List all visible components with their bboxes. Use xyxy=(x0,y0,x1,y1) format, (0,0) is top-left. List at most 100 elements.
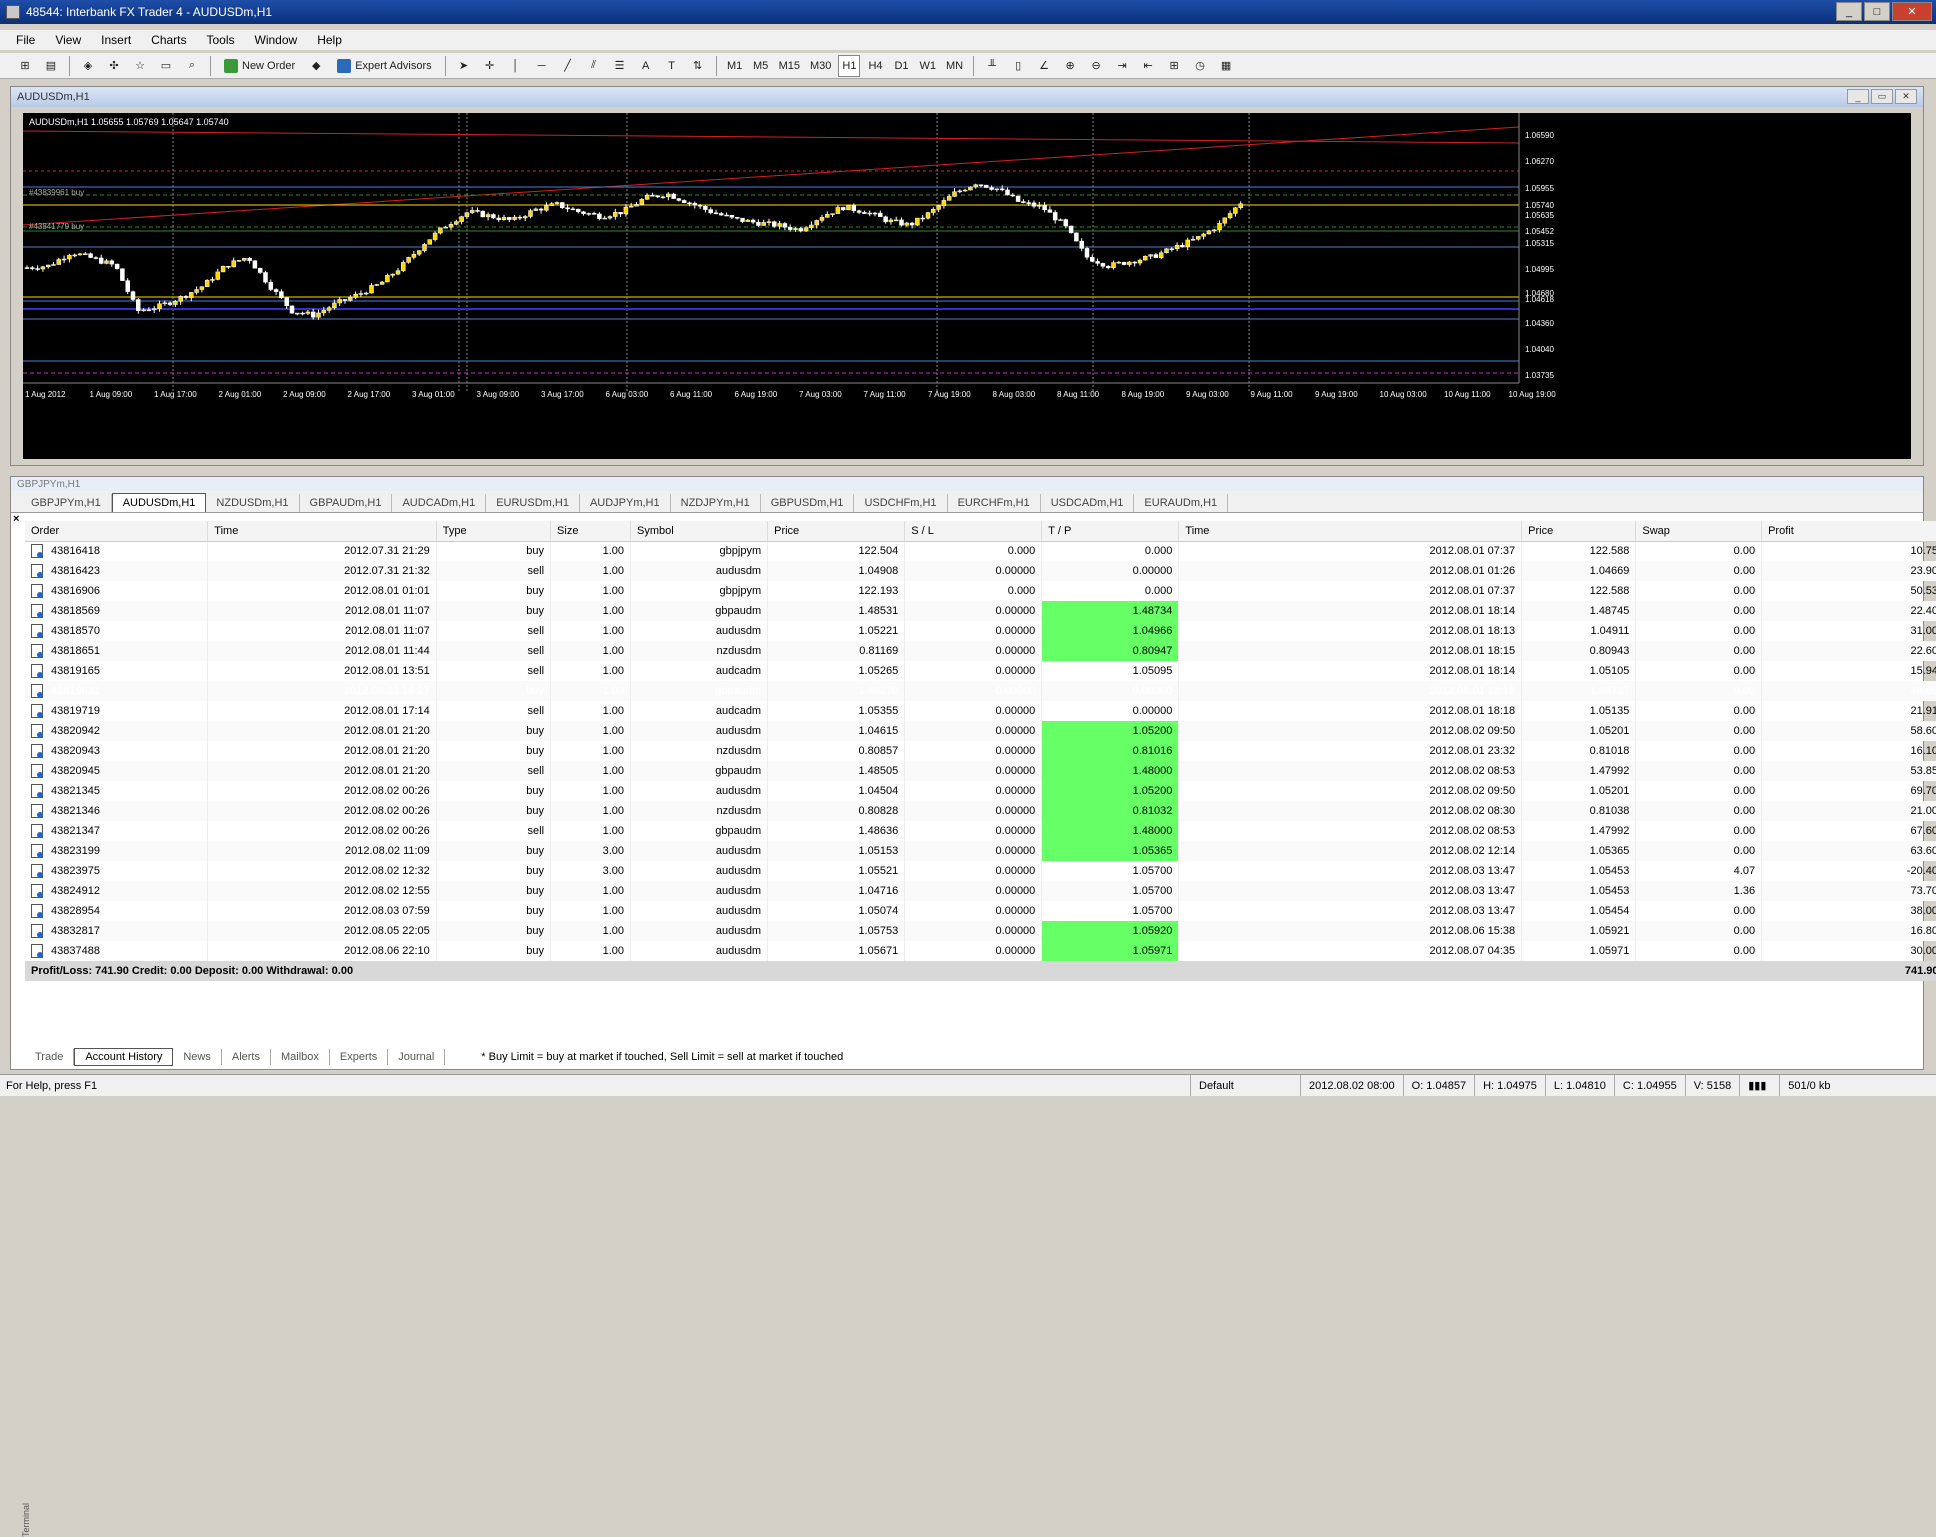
minimize-button[interactable]: _ xyxy=(1836,2,1862,21)
table-row[interactable]: 43819165 2012.08.01 13:51 sell 1.00 audcadm 1… xyxy=(25,661,1936,681)
column-header[interactable]: Size xyxy=(550,521,632,542)
table-row[interactable]: 43837488 2012.08.06 22:10 buy 1.00 audusdm 1.… xyxy=(25,941,1936,961)
symbol-tab[interactable]: USDCHFm,H1 xyxy=(854,494,948,512)
table-row[interactable]: 43828954 2012.08.03 07:59 buy 1.00 audusdm 1.… xyxy=(25,901,1936,921)
symbol-tab[interactable]: EURAUDm,H1 xyxy=(1134,494,1229,512)
trendline-icon[interactable]: ╱ xyxy=(557,55,579,77)
candlestick-icon[interactable]: ▯ xyxy=(1007,55,1029,77)
table-row[interactable]: 43819719 2012.08.01 17:14 sell 1.00 audcadm 1… xyxy=(25,701,1936,721)
table-row[interactable]: 43816906 2012.08.01 01:01 buy 1.00 gbpjpym 12… xyxy=(25,581,1936,601)
table-row[interactable]: 43823975 2012.08.02 12:32 buy 3.00 audusdm 1.… xyxy=(25,861,1936,881)
table-row[interactable]: 43816423 2012.07.31 21:32 sell 1.00 audusdm 1… xyxy=(25,561,1936,581)
fibonacci-icon[interactable]: ☰ xyxy=(609,55,631,77)
table-row[interactable]: 43821346 2012.08.02 00:26 buy 1.00 nzdusdm 0.… xyxy=(25,801,1936,821)
zoom-in-icon[interactable]: ⊕ xyxy=(1059,55,1081,77)
column-header[interactable]: Profit xyxy=(1761,521,1936,542)
periods-icon[interactable]: ◷ xyxy=(1189,55,1211,77)
menu-charts[interactable]: Charts xyxy=(143,31,194,49)
symbol-tab[interactable]: NZDJPYm,H1 xyxy=(671,494,761,512)
column-header[interactable]: T / P xyxy=(1041,521,1180,542)
terminal-tab[interactable]: Experts xyxy=(330,1049,389,1065)
terminal-tab[interactable]: Account History xyxy=(74,1048,174,1066)
timeframe-m5[interactable]: M5 xyxy=(750,55,772,77)
text-label-icon[interactable]: T xyxy=(661,55,683,77)
menu-tools[interactable]: Tools xyxy=(199,31,243,49)
column-header[interactable]: Time xyxy=(1178,521,1523,542)
templates-icon[interactable]: ▦ xyxy=(1215,55,1237,77)
timeframe-h4[interactable]: H4 xyxy=(864,55,886,77)
symbol-tab[interactable]: GBPJPYm,H1 xyxy=(21,494,112,512)
metaeditor-icon[interactable]: ◆ xyxy=(305,55,327,77)
indicators-icon[interactable]: ⊞ xyxy=(1163,55,1185,77)
close-button[interactable]: ✕ xyxy=(1892,2,1932,21)
data-window-icon[interactable]: ☆ xyxy=(129,55,151,77)
terminal-tab[interactable]: Journal xyxy=(388,1049,446,1065)
menu-insert[interactable]: Insert xyxy=(93,31,139,49)
horizontal-line-icon[interactable]: ─ xyxy=(531,55,553,77)
column-header[interactable]: Swap xyxy=(1635,521,1763,542)
symbol-tab[interactable]: GBPAUDm,H1 xyxy=(300,494,393,512)
bar-chart-icon[interactable]: ╨ xyxy=(981,55,1003,77)
table-row[interactable]: 43824912 2012.08.02 12:55 buy 1.00 audusdm 1.… xyxy=(25,881,1936,901)
chart-restore-button[interactable]: ▭ xyxy=(1871,89,1893,104)
terminal-tab[interactable]: Mailbox xyxy=(271,1049,330,1065)
chart-minimize-button[interactable]: _ xyxy=(1847,89,1869,104)
terminal-tab[interactable]: Alerts xyxy=(222,1049,271,1065)
symbol-tab[interactable]: EURUSDm,H1 xyxy=(486,494,580,512)
menu-view[interactable]: View xyxy=(47,31,89,49)
timeframe-m1[interactable]: M1 xyxy=(724,55,746,77)
new-chart-icon[interactable]: ⊞ xyxy=(14,55,36,77)
timeframe-m30[interactable]: M30 xyxy=(807,55,834,77)
column-header[interactable]: Type xyxy=(436,521,552,542)
navigator-icon[interactable]: ✣ xyxy=(103,55,125,77)
column-header[interactable]: Price xyxy=(767,521,906,542)
table-row[interactable]: 43820943 2012.08.01 21:20 buy 1.00 nzdusdm 0.… xyxy=(25,741,1936,761)
profiles-icon[interactable]: ▤ xyxy=(40,55,62,77)
cursor-icon[interactable]: ➤ xyxy=(453,55,475,77)
chart-close-button[interactable]: ✕ xyxy=(1895,89,1917,104)
timeframe-h1[interactable]: H1 xyxy=(838,54,861,77)
vertical-line-icon[interactable]: │ xyxy=(505,55,527,77)
terminal-tab[interactable]: Trade xyxy=(25,1049,75,1065)
line-chart-icon[interactable]: ∠ xyxy=(1033,55,1055,77)
symbol-tab[interactable]: AUDCADm,H1 xyxy=(392,494,487,512)
column-header[interactable]: Order xyxy=(25,521,209,542)
column-header[interactable]: Time xyxy=(207,521,437,542)
table-row[interactable]: 43823199 2012.08.02 11:09 buy 3.00 audusdm 1.… xyxy=(25,841,1936,861)
table-row[interactable]: 43820942 2012.08.01 21:20 buy 1.00 audusdm 1.… xyxy=(25,721,1936,741)
symbol-tab[interactable]: EURCHFm,H1 xyxy=(948,494,1041,512)
table-row[interactable]: 43818570 2012.08.01 11:07 sell 1.00 audusdm 1… xyxy=(25,621,1936,641)
table-row[interactable]: 43818569 2012.08.01 11:07 buy 1.00 gbpaudm 1.… xyxy=(25,601,1936,621)
menu-window[interactable]: Window xyxy=(247,31,306,49)
symbol-tab[interactable]: AUDJPYm,H1 xyxy=(580,494,671,512)
symbol-tab[interactable]: NZDUSDm,H1 xyxy=(206,494,300,512)
market-watch-icon[interactable]: ◈ xyxy=(77,55,99,77)
maximize-button[interactable]: □ xyxy=(1864,2,1890,21)
timeframe-m15[interactable]: M15 xyxy=(776,55,803,77)
close-panel-icon[interactable]: × xyxy=(11,513,19,525)
symbol-tab[interactable]: USDCADm,H1 xyxy=(1041,494,1135,512)
table-row[interactable]: 43818651 2012.08.01 11:44 sell 1.00 nzdusdm 0… xyxy=(25,641,1936,661)
table-row[interactable]: 43821345 2012.08.02 00:26 buy 1.00 audusdm 1.… xyxy=(25,781,1936,801)
timeframe-d1[interactable]: D1 xyxy=(890,55,912,77)
zoom-out-icon[interactable]: ⊖ xyxy=(1085,55,1107,77)
table-row[interactable]: 43820945 2012.08.01 21:20 sell 1.00 gbpaudm 1… xyxy=(25,761,1936,781)
crosshair-icon[interactable]: ✛ xyxy=(479,55,501,77)
symbol-tab[interactable]: GBPUSDm,H1 xyxy=(761,494,855,512)
price-chart[interactable]: AUDUSDm,H1 1.05655 1.05769 1.05647 1.057… xyxy=(23,113,1911,459)
chart-shift-icon[interactable]: ⇤ xyxy=(1137,55,1159,77)
new-order-button[interactable]: New Order xyxy=(218,55,301,77)
timeframe-mn[interactable]: MN xyxy=(943,55,966,77)
strategy-tester-icon[interactable]: ⌕ xyxy=(181,55,203,77)
column-header[interactable]: Price xyxy=(1521,521,1637,542)
table-row[interactable]: 43819631 2012.08.01 16:27 buy 1.00 gbpaudm 1.… xyxy=(25,681,1936,701)
timeframe-w1[interactable]: W1 xyxy=(916,55,939,77)
expert-advisors-button[interactable]: Expert Advisors xyxy=(331,55,437,77)
menu-file[interactable]: File xyxy=(8,31,43,49)
menu-help[interactable]: Help xyxy=(309,31,350,49)
column-header[interactable]: S / L xyxy=(904,521,1043,542)
terminal-icon[interactable]: ▭ xyxy=(155,55,177,77)
table-row[interactable]: 43821347 2012.08.02 00:26 sell 1.00 gbpaudm 1… xyxy=(25,821,1936,841)
terminal-tab[interactable]: News xyxy=(173,1049,222,1065)
autoscroll-icon[interactable]: ⇥ xyxy=(1111,55,1133,77)
